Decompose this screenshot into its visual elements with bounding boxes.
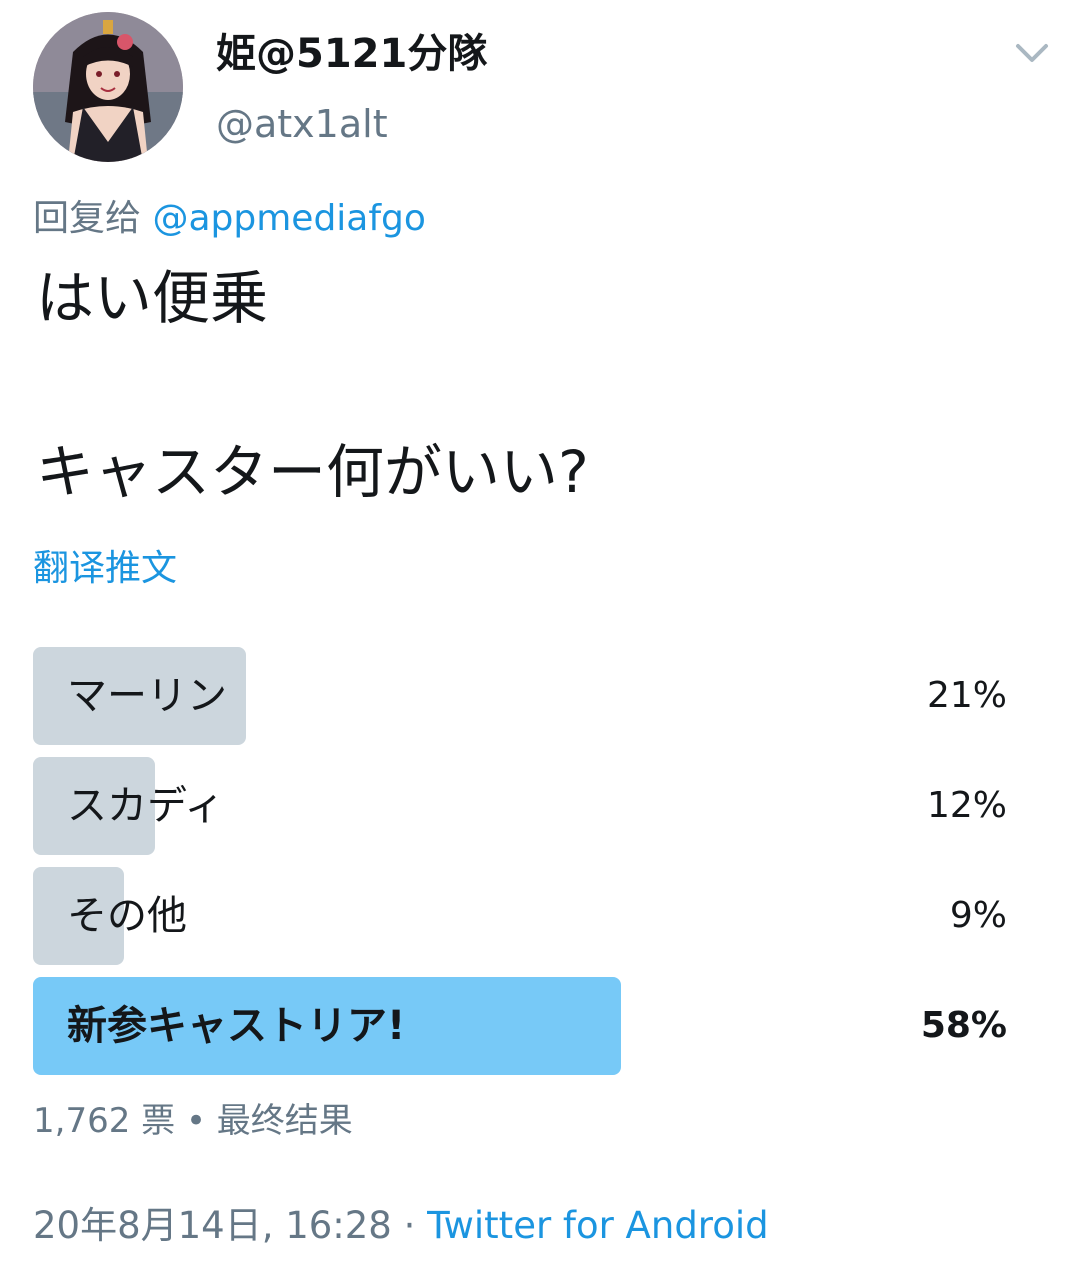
chevron-down-icon[interactable]	[1010, 38, 1054, 68]
reply-context: 回复给 @appmediafgo	[33, 196, 426, 242]
tweet-footer: 20年8月14日, 16:28 · Twitter for Android	[33, 1202, 769, 1250]
separator: ·	[403, 1204, 416, 1247]
poll-option: 新参キャストリア! 58%	[33, 977, 1013, 1075]
source-link[interactable]: Twitter for Android	[427, 1204, 768, 1247]
poll-vote-count: 1,762 票 • 最终结果	[33, 1101, 353, 1141]
poll-option-percent: 58%	[920, 1005, 1007, 1046]
poll-option-label: その他	[67, 893, 187, 939]
translate-tweet-link[interactable]: 翻译推文	[33, 546, 177, 592]
poll-option: マーリン 21%	[33, 647, 1013, 745]
poll-option-label: マーリン	[67, 673, 227, 719]
tweet-text-line-2: キャスター何がいい?	[36, 438, 589, 506]
avatar[interactable]	[33, 12, 183, 162]
user-handle[interactable]: @atx1alt	[216, 100, 388, 148]
poll-option-percent: 9%	[949, 895, 1007, 936]
poll-option: その他 9%	[33, 867, 1013, 965]
poll-option: スカディ 12%	[33, 757, 1013, 855]
tweet-text-line-1: はい便乗	[36, 264, 269, 332]
poll-option-label: スカディ	[67, 783, 225, 829]
poll-option-percent: 12%	[926, 785, 1007, 826]
poll-option-label: 新参キャストリア!	[67, 1003, 406, 1049]
avatar-image-icon	[33, 12, 183, 162]
timestamp[interactable]: 20年8月14日, 16:28	[33, 1204, 392, 1247]
tweet: 姫@5121分隊 @atx1alt 回复给 @appmediafgo はい便乗 …	[0, 0, 1080, 1284]
reply-mention-link[interactable]: @appmediafgo	[152, 198, 425, 239]
poll-option-percent: 21%	[926, 675, 1007, 716]
display-name[interactable]: 姫@5121分隊	[216, 28, 487, 80]
reply-prefix: 回复给	[33, 198, 142, 239]
